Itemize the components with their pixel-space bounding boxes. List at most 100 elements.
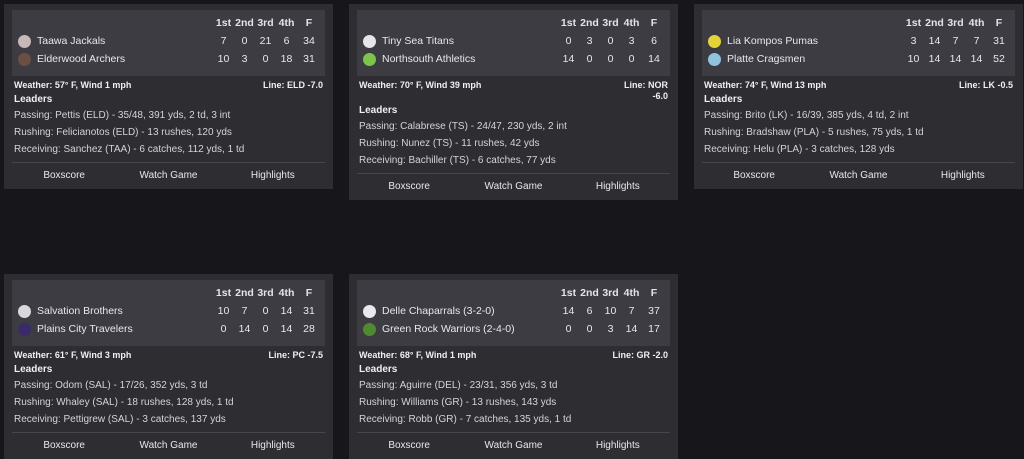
q1-score: 10	[217, 53, 230, 65]
leaders-title: Leaders	[359, 105, 398, 116]
titan-logo-icon	[363, 34, 376, 48]
highlights-link[interactable]: Highlights	[566, 181, 670, 192]
q1-score: 0	[565, 323, 572, 335]
team-name[interactable]: Taawa Jackals	[37, 35, 105, 47]
receiving-leader: Receiving: Pettigrew (SAL) - 3 catches, …	[14, 414, 226, 425]
rushing-leader: Rushing: Felicianotos (ELD) - 13 rushes,…	[14, 127, 232, 138]
header-q1: 1st	[560, 287, 577, 299]
rushing-leader: Rushing: Nunez (TS) - 11 rushes, 42 yds	[359, 138, 540, 149]
q2-score: 3	[586, 35, 593, 47]
team-name[interactable]: Platte Cragsmen	[727, 53, 805, 65]
team-name[interactable]: Elderwood Archers	[37, 53, 125, 65]
q1-score: 0	[220, 323, 227, 335]
game-meta: Weather: 61° F, Wind 3 mph Line: PC -7.5	[4, 346, 333, 361]
passing-leader: Passing: Odom (SAL) - 17/26, 352 yds, 3 …	[14, 380, 208, 391]
archer-logo-icon	[18, 52, 31, 66]
game-card: 1st 2nd 3rd 4th F Taawa Jackals 7 0 21 6…	[4, 4, 333, 189]
watch-game-link[interactable]: Watch Game	[461, 440, 565, 451]
boxscore-link[interactable]: Boxscore	[357, 181, 461, 192]
highlights-link[interactable]: Highlights	[911, 170, 1015, 181]
team-row-home: Northsouth Athletics 14 0 0 0 14	[357, 50, 670, 68]
final-score: 37	[648, 305, 660, 317]
game-meta: Weather: 68° F, Wind 1 mph Line: GR -2.0	[349, 346, 678, 361]
final-score: 17	[648, 323, 660, 335]
q4-score: 18	[280, 53, 293, 65]
rushing-leader: Rushing: Whaley (SAL) - 18 rushes, 128 y…	[14, 397, 234, 408]
game-meta: Weather: 57° F, Wind 1 mph Line: ELD -7.…	[4, 76, 333, 91]
scoreboard: 1st 2nd 3rd 4th F Taawa Jackals 7 0 21 6…	[12, 10, 325, 76]
q3-score: 0	[262, 323, 269, 335]
boxscore-link[interactable]: Boxscore	[12, 170, 116, 181]
header-q4: 4th	[623, 17, 640, 29]
team-name[interactable]: Plains City Travelers	[37, 323, 133, 335]
team-name[interactable]: Northsouth Athletics	[382, 53, 475, 65]
header-q4: 4th	[623, 287, 640, 299]
q2-score: 0	[241, 35, 248, 47]
leaders-title: Leaders	[704, 94, 743, 105]
q4-score: 14	[970, 53, 983, 65]
header-q1: 1st	[560, 17, 577, 29]
final-score: 31	[303, 53, 315, 65]
team-name[interactable]: Salvation Brothers	[37, 305, 123, 317]
boxscore-link[interactable]: Boxscore	[12, 440, 116, 451]
score-header: 1st 2nd 3rd 4th F	[357, 14, 670, 32]
q3-score: 0	[262, 53, 269, 65]
header-final: F	[650, 287, 658, 299]
header-q3: 3rd	[602, 287, 619, 299]
header-q1: 1st	[905, 17, 922, 29]
watch-game-link[interactable]: Watch Game	[461, 181, 565, 192]
header-q2: 2nd	[580, 287, 599, 299]
score-header: 1st 2nd 3rd 4th F	[12, 284, 325, 302]
betting-line: Line: GR -2.0	[612, 350, 668, 360]
scoreboard: 1st 2nd 3rd 4th F Salvation Brothers 10 …	[12, 280, 325, 346]
q4-score: 7	[973, 35, 980, 47]
highlights-link[interactable]: Highlights	[221, 170, 325, 181]
header-q4: 4th	[968, 17, 985, 29]
final-score: 6	[651, 35, 657, 47]
highlights-link[interactable]: Highlights	[566, 440, 670, 451]
header-final: F	[305, 17, 313, 29]
puma-logo-icon	[708, 34, 721, 48]
team-row-away: Delle Chaparrals (3-2-0) 14 6 10 7 37	[357, 302, 670, 320]
team-name[interactable]: Lia Kompos Pumas	[727, 35, 818, 47]
team-name[interactable]: Tiny Sea Titans	[382, 35, 454, 47]
game-card: 1st 2nd 3rd 4th F Tiny Sea Titans 0 3 0 …	[349, 4, 678, 200]
q2-score: 3	[241, 53, 248, 65]
header-q2: 2nd	[235, 17, 254, 29]
weather-text: Weather: 74° F, Wind 13 mph	[704, 80, 827, 90]
watch-game-link[interactable]: Watch Game	[116, 440, 220, 451]
watch-game-link[interactable]: Watch Game	[806, 170, 910, 181]
scoreboard: 1st 2nd 3rd 4th F Lia Kompos Pumas 3 14 …	[702, 10, 1015, 76]
q1-score: 10	[907, 53, 920, 65]
q2-score: 14	[928, 35, 941, 47]
chaparrals-logo-icon	[363, 304, 376, 318]
score-header: 1st 2nd 3rd 4th F	[12, 14, 325, 32]
scoreboard: 1st 2nd 3rd 4th F Delle Chaparrals (3-2-…	[357, 280, 670, 346]
boxscore-link[interactable]: Boxscore	[702, 170, 806, 181]
boxscore-link[interactable]: Boxscore	[357, 440, 461, 451]
q1-score: 14	[562, 305, 575, 317]
header-final: F	[305, 287, 313, 299]
header-q2: 2nd	[235, 287, 254, 299]
q4-score: 0	[628, 53, 635, 65]
passing-leader: Passing: Brito (LK) - 16/39, 385 yds, 4 …	[704, 110, 909, 121]
q3-score: 0	[262, 305, 269, 317]
team-row-away: Tiny Sea Titans 0 3 0 3 6	[357, 32, 670, 50]
betting-line: Line: PC -7.5	[268, 350, 323, 360]
q3-score: 0	[607, 53, 614, 65]
leaders-title: Leaders	[14, 94, 53, 105]
q3-score: 10	[604, 305, 617, 317]
highlights-link[interactable]: Highlights	[221, 440, 325, 451]
watch-game-link[interactable]: Watch Game	[116, 170, 220, 181]
header-q4: 4th	[278, 17, 295, 29]
rushing-leader: Rushing: Williams (GR) - 13 rushes, 143 …	[359, 397, 557, 408]
q2-score: 6	[586, 305, 593, 317]
game-card: 1st 2nd 3rd 4th F Lia Kompos Pumas 3 14 …	[694, 4, 1023, 189]
leaders-title: Leaders	[14, 364, 53, 375]
q1-score: 10	[217, 305, 230, 317]
q3-score: 3	[607, 323, 614, 335]
travelers-logo-icon	[18, 322, 31, 336]
q4-score: 7	[628, 305, 635, 317]
team-name[interactable]: Green Rock Warriors (2-4-0)	[382, 323, 515, 335]
team-name[interactable]: Delle Chaparrals (3-2-0)	[382, 305, 495, 317]
